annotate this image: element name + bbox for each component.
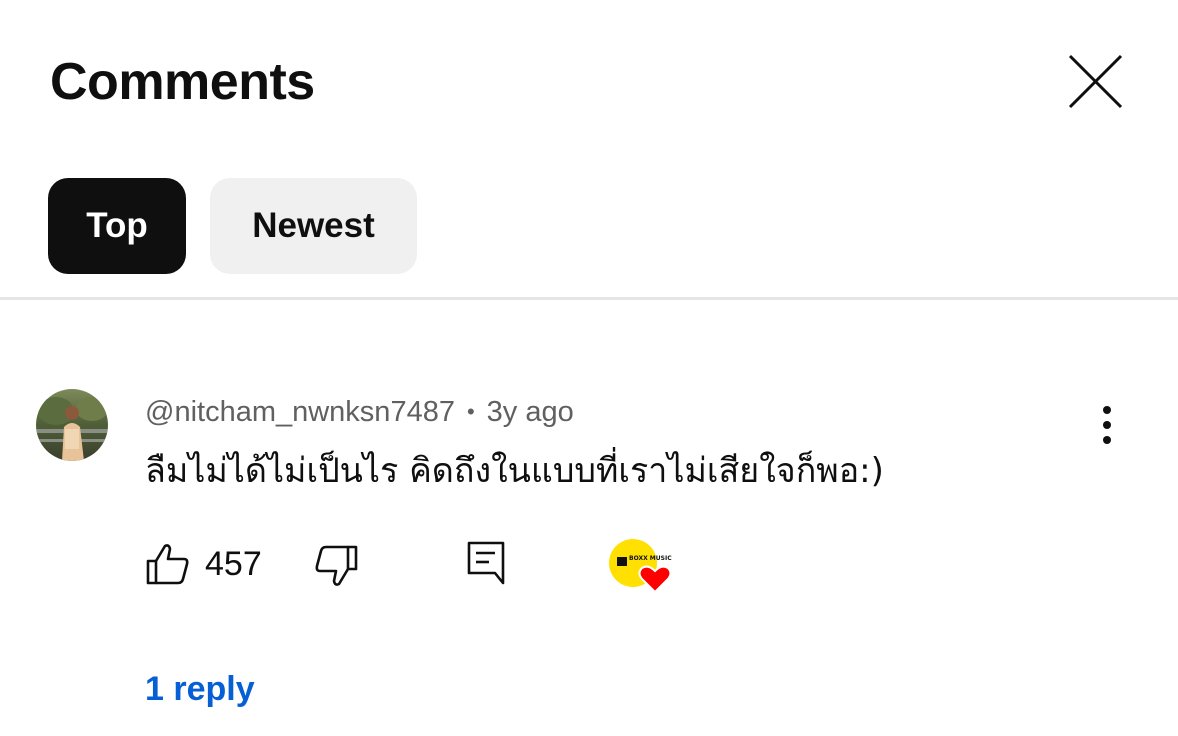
comment-text: ลืมไม่ได้ไม่เป็นไร คิดถึงในแบบที่เราไม่เ… xyxy=(145,451,884,491)
avatar[interactable] xyxy=(36,389,108,461)
close-button[interactable] xyxy=(1060,48,1130,118)
comment-reply-icon xyxy=(467,541,505,585)
filter-chip-top-label: Top xyxy=(86,206,148,245)
creator-badge-text: BOXX MUSIC xyxy=(629,555,672,562)
creator-heart-badge: BOXX MUSIC xyxy=(607,538,673,596)
filter-chip-newest-label: Newest xyxy=(252,206,375,245)
comment-author[interactable]: @nitcham_nwnksn7487 xyxy=(145,393,455,431)
filter-chip-newest[interactable]: Newest xyxy=(210,178,417,274)
divider xyxy=(0,297,1178,300)
creator-heart-icon: BOXX MUSIC xyxy=(609,539,672,594)
like-button[interactable] xyxy=(145,542,191,586)
reply-button[interactable] xyxy=(465,540,507,586)
like-count: 457 xyxy=(205,545,262,583)
thumbs-up-icon xyxy=(146,544,189,585)
avatar-photo xyxy=(36,389,108,461)
comment-timestamp[interactable]: 3y ago xyxy=(487,393,574,431)
filter-chip-top[interactable]: Top xyxy=(48,178,186,274)
meta-separator: • xyxy=(466,399,475,424)
close-icon xyxy=(1068,54,1123,109)
comment-meta: @nitcham_nwnksn7487 • 3y ago xyxy=(145,393,574,431)
page-title: Comments xyxy=(50,53,315,111)
dislike-button[interactable] xyxy=(313,544,359,588)
view-replies-link[interactable]: 1 reply xyxy=(145,668,255,710)
thumbs-down-icon xyxy=(315,545,358,586)
comment-more-button[interactable] xyxy=(1085,400,1129,450)
more-vert-icon xyxy=(1103,406,1111,444)
